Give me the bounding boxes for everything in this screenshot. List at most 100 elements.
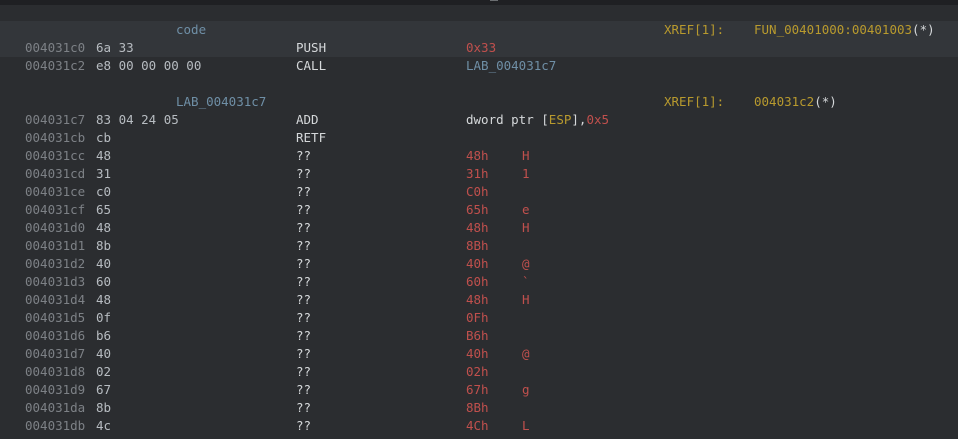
instruction-row[interactable]: 004031c7 83 04 24 05 ADD dword ptr [ESP]… [0, 111, 958, 129]
address: 004031cb [25, 130, 86, 145]
data-bytes: 8b [96, 400, 112, 415]
data-value: 67h [466, 382, 489, 397]
ascii-char: @ [522, 346, 530, 361]
data-row[interactable]: 004031da 8b ?? 8Bh [0, 399, 958, 417]
data-value: 8Bh [466, 400, 489, 415]
label-row: code XREF[1]: FUN_00401000:00401003(*) [0, 21, 958, 39]
data-row[interactable]: 004031cf 65 ?? 65h e [0, 201, 958, 219]
instruction-row[interactable]: 004031c2 e8 00 00 00 00 CALL LAB_004031c… [0, 57, 958, 75]
instruction-bytes: 83 04 24 05 [96, 112, 179, 127]
data-value: 8Bh [466, 238, 489, 253]
undefined-mnemonic: ?? [296, 166, 312, 181]
data-row[interactable]: 004031d7 40 ?? 40h @ [0, 345, 958, 363]
xref-suffix: (*) [814, 94, 837, 109]
address: 004031da [25, 400, 86, 415]
ascii-char: L [522, 418, 530, 433]
ascii-char: @ [522, 256, 530, 271]
top-divider-mark [490, 0, 498, 1]
undefined-mnemonic: ?? [296, 364, 312, 379]
ascii-char: H [522, 220, 530, 235]
data-row[interactable]: 004031d4 48 ?? 48h H [0, 291, 958, 309]
code-label[interactable]: LAB_004031c7 [176, 93, 266, 111]
data-value: 02h [466, 364, 489, 379]
undefined-mnemonic: ?? [296, 328, 312, 343]
xref-target-link[interactable]: 004031c2 [754, 94, 814, 109]
operand-prefix: dword ptr [ [466, 112, 549, 127]
undefined-mnemonic: ?? [296, 274, 312, 289]
operand[interactable]: dword ptr [ESP],0x5 [466, 111, 609, 129]
operand-register[interactable]: ESP [549, 112, 572, 127]
address: 004031cd [25, 166, 86, 181]
data-bytes: 67 [96, 382, 112, 397]
data-row[interactable]: 004031d2 40 ?? 40h @ [0, 255, 958, 273]
operand-scalar[interactable]: 0x33 [466, 39, 496, 57]
operand-separator: ], [571, 112, 587, 127]
data-row[interactable]: 004031db 4c ?? 4Ch L [0, 417, 958, 435]
data-value: 4Ch [466, 418, 489, 433]
data-row[interactable]: 004031d0 48 ?? 48h H [0, 219, 958, 237]
address: 004031d7 [25, 346, 86, 361]
data-value: 48h [466, 148, 489, 163]
data-row[interactable]: 004031d3 60 ?? 60h ` [0, 273, 958, 291]
data-value: 48h [466, 220, 489, 235]
data-bytes: 0f [96, 310, 112, 325]
data-row[interactable]: 004031cc 48 ?? 48h H [0, 147, 958, 165]
data-row[interactable]: 004031d6 b6 ?? B6h [0, 327, 958, 345]
data-row[interactable]: 004031ce c0 ?? C0h [0, 183, 958, 201]
data-row[interactable]: 004031d1 8b ?? 8Bh [0, 237, 958, 255]
xref-target-link[interactable]: FUN_00401000:00401003 [754, 22, 912, 37]
operand-label-link[interactable]: LAB_004031c7 [466, 57, 556, 75]
xref-reference[interactable]: FUN_00401000:00401003(*) [754, 21, 935, 39]
data-bytes: 48 [96, 220, 112, 235]
data-row[interactable]: 004031d8 02 ?? 02h [0, 363, 958, 381]
mnemonic: RETF [296, 130, 327, 145]
data-value: 0Fh [466, 310, 489, 325]
data-bytes: 65 [96, 202, 112, 217]
ascii-char: H [522, 292, 530, 307]
address: 004031d2 [25, 256, 86, 271]
undefined-mnemonic: ?? [296, 220, 312, 235]
address: 004031ce [25, 184, 86, 199]
data-value: C0h [466, 184, 489, 199]
undefined-mnemonic: ?? [296, 310, 312, 325]
instruction-row[interactable]: 004031c0 6a 33 PUSH 0x33 [0, 39, 958, 57]
data-row[interactable]: 004031d5 0f ?? 0Fh [0, 309, 958, 327]
undefined-mnemonic: ?? [296, 148, 312, 163]
address: 004031d3 [25, 274, 86, 289]
address: 004031cc [25, 148, 86, 163]
ascii-char: 1 [522, 166, 530, 181]
data-bytes: 40 [96, 256, 112, 271]
address: 004031d6 [25, 328, 86, 343]
address: 004031db [25, 418, 86, 433]
address: 004031d4 [25, 292, 86, 307]
data-bytes: 48 [96, 148, 112, 163]
undefined-mnemonic: ?? [296, 418, 312, 433]
address: 004031c2 [25, 58, 86, 73]
listing-view[interactable]: code XREF[1]: FUN_00401000:00401003(*) 0… [0, 3, 958, 439]
data-value: 60h [466, 274, 489, 289]
data-bytes: b6 [96, 328, 112, 343]
data-row[interactable]: 004031d9 67 ?? 67h g [0, 381, 958, 399]
data-bytes: 4c [96, 418, 112, 433]
function-label[interactable]: code [176, 21, 206, 39]
xref-reference[interactable]: 004031c2(*) [754, 93, 837, 111]
data-bytes: 8b [96, 238, 112, 253]
data-bytes: 60 [96, 274, 112, 289]
undefined-mnemonic: ?? [296, 292, 312, 307]
undefined-mnemonic: ?? [296, 238, 312, 253]
undefined-mnemonic: ?? [296, 382, 312, 397]
address: 004031d9 [25, 382, 86, 397]
data-value: 40h [466, 346, 489, 361]
address: 004031d0 [25, 220, 86, 235]
data-value: B6h [466, 328, 489, 343]
address: 004031d5 [25, 310, 86, 325]
address: 004031d8 [25, 364, 86, 379]
address: 004031c7 [25, 112, 86, 127]
operand-scalar[interactable]: 0x5 [586, 112, 609, 127]
instruction-row[interactable]: 004031cb cb RETF [0, 129, 958, 147]
undefined-mnemonic: ?? [296, 256, 312, 271]
undefined-mnemonic: ?? [296, 400, 312, 415]
data-row[interactable]: 004031cd 31 ?? 31h 1 [0, 165, 958, 183]
data-bytes: 40 [96, 346, 112, 361]
ascii-char: ` [522, 274, 530, 289]
